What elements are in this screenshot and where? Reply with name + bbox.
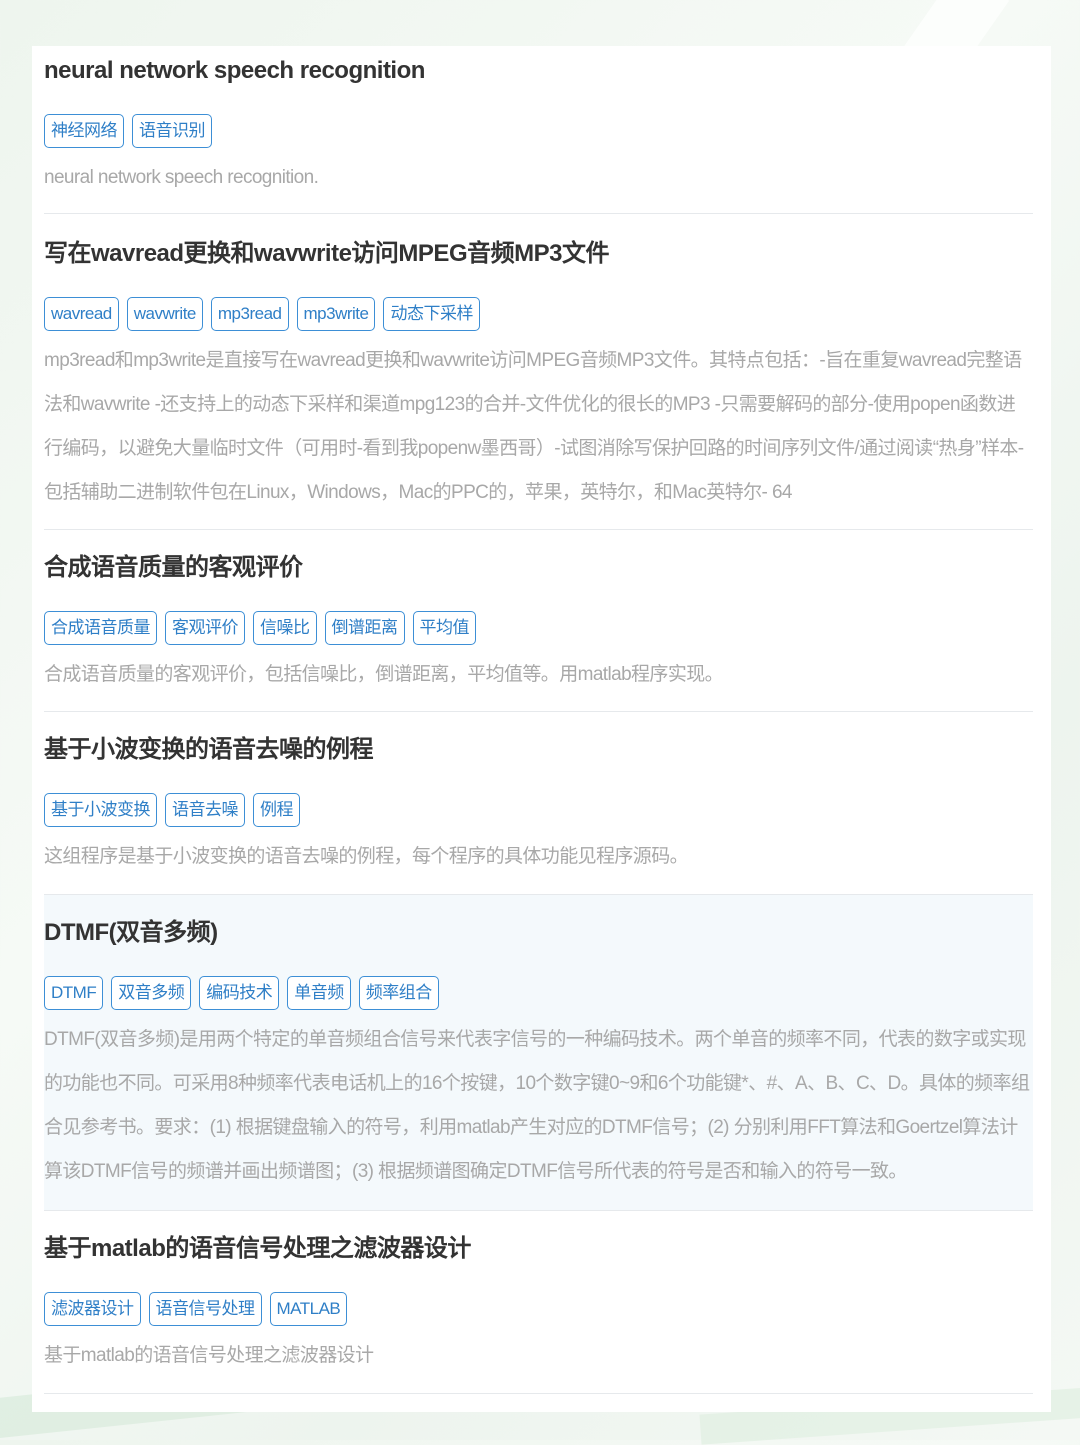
result-entry: neural network speech recognition 神经网络 语… [44,46,1033,214]
tag[interactable]: 动态下采样 [383,297,480,331]
tag-list: DTMF 双音多频 编码技术 单音频 频率组合 [44,976,1033,1010]
result-entry: 写在wavread更换和wavwrite访问MPEG音频MP3文件 wavrea… [44,214,1033,530]
entry-description: 这组程序是基于小波变换的语音去噪的例程，每个程序的具体功能见程序源码。 [44,846,689,867]
tag-list: 基于小波变换 语音去噪 例程 [44,793,1033,827]
tag[interactable]: 基于小波变换 [44,793,157,827]
tag[interactable]: 例程 [253,793,300,827]
result-entry: 合成语音质量的客观评价 合成语音质量 客观评价 信噪比 倒谱距离 平均值 合成语… [44,530,1033,712]
tag[interactable]: 神经网络 [44,114,124,148]
tag[interactable]: 单音频 [287,976,351,1010]
tag[interactable]: DTMF [44,976,104,1010]
tag[interactable]: 语音去噪 [165,793,245,827]
tag[interactable]: 语音信号处理 [148,1292,262,1326]
tag-list: 合成语音质量 客观评价 信噪比 倒谱距离 平均值 [44,611,1033,645]
tag[interactable]: 双音多频 [111,976,192,1010]
tag[interactable]: 客观评价 [165,611,245,645]
result-entry: DTMF(双音多频) DTMF 双音多频 编码技术 单音频 频率组合 DTMF(… [44,895,1033,1211]
tag-list: 滤波器设计 语音信号处理 MATLAB [44,1292,1033,1326]
tag[interactable]: 频率组合 [358,976,439,1010]
entry-title[interactable]: DTMF(双音多频) [44,895,1033,949]
tag-list: wavread wavwrite mp3read mp3write 动态下采样 [44,297,1033,331]
tag[interactable]: 平均值 [412,611,476,645]
tag[interactable]: mp3write [296,297,376,331]
tag[interactable]: 语音识别 [132,114,212,148]
entry-description: neural network speech recognition. [44,167,319,188]
entry-description: 基于matlab的语音信号处理之滤波器设计 [44,1345,374,1366]
tag-list: 神经网络 语音识别 [44,114,1033,148]
entry-title[interactable]: 基于小波变换的语音去噪的例程 [44,712,1033,766]
entry-title[interactable]: 合成语音质量的客观评价 [44,530,1033,584]
entry-description: 合成语音质量的客观评价，包括信噪比，倒谱距离，平均值等。用matlab程序实现。 [44,664,724,685]
entry-title[interactable]: 写在wavread更换和wavwrite访问MPEG音频MP3文件 [44,214,1033,270]
entry-title[interactable]: neural network speech recognition [44,46,1033,87]
tag[interactable]: 滤波器设计 [44,1292,141,1326]
tag[interactable]: mp3read [210,297,289,331]
entry-description: mp3read和mp3write是直接写在wavread更换和wavwrite访… [44,350,1024,503]
entry-title[interactable]: 基于matlab的语音信号处理之滤波器设计 [44,1211,1033,1265]
tag[interactable]: 合成语音质量 [44,611,157,645]
tag[interactable]: 编码技术 [199,976,280,1010]
entry-description: DTMF(双音多频)是用两个特定的单音频组合信号来代表字信号的一种编码技术。两个… [44,1029,1030,1182]
tag[interactable]: wavwrite [126,297,203,331]
result-entry: 基于小波变换的语音去噪的例程 基于小波变换 语音去噪 例程 这组程序是基于小波变… [44,712,1033,895]
tag[interactable]: wavread [44,297,119,331]
tag[interactable]: 倒谱距离 [324,611,405,645]
result-entry: 基于matlab的语音信号处理之滤波器设计 滤波器设计 语音信号处理 MATLA… [44,1211,1033,1394]
tag[interactable]: 信噪比 [253,611,317,645]
tag[interactable]: MATLAB [269,1292,348,1326]
results-card: neural network speech recognition 神经网络 语… [32,46,1051,1412]
